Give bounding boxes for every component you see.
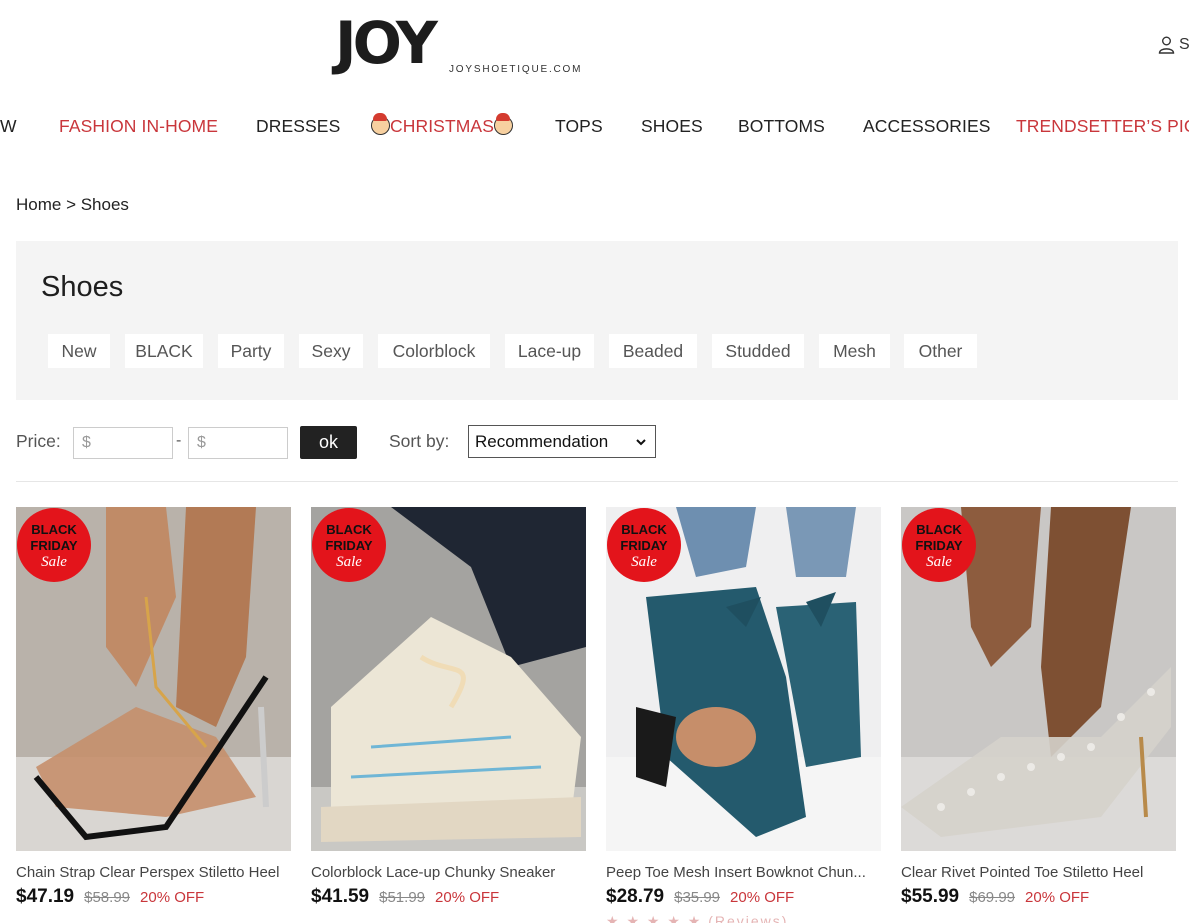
nav-item-tops[interactable]: TOPS	[555, 116, 603, 137]
tag-party[interactable]: Party	[218, 334, 284, 368]
nav-item-bottoms[interactable]: BOTTOMS	[738, 116, 825, 137]
user-icon	[1158, 36, 1175, 54]
svg-text:BLACK: BLACK	[621, 522, 667, 537]
logo-subtext: JOYSHOETIQUE.COM	[449, 64, 583, 75]
account-text: S	[1179, 36, 1189, 53]
black-friday-badge: BLACK FRIDAY Sale	[17, 508, 91, 582]
tag-sexy[interactable]: Sexy	[299, 334, 363, 368]
price-line: $41.59 $51.99 20% OFF	[311, 886, 499, 908]
nav-item-accessories[interactable]: ACCESSORIES	[863, 116, 991, 137]
product-card[interactable]: BLACK FRIDAY Sale Clear Rivet Pointed To…	[901, 507, 1176, 923]
black-friday-badge: BLACK FRIDAY Sale	[902, 508, 976, 582]
tag-other[interactable]: Other	[904, 334, 977, 368]
svg-text:Sale: Sale	[926, 554, 952, 570]
product-name[interactable]: Chain Strap Clear Perspex Stiletto Heel	[16, 864, 291, 881]
svg-text:BLACK: BLACK	[31, 522, 77, 537]
site-logo[interactable]: JOY JOYSHOETIQUE.COM	[335, 8, 595, 80]
svg-text:Sale: Sale	[41, 554, 67, 570]
tag-beaded[interactable]: Beaded	[609, 334, 697, 368]
discount-label: 20% OFF	[435, 889, 500, 906]
sort-select[interactable]: Recommendation	[468, 425, 656, 458]
product-image[interactable]: BLACK FRIDAY Sale	[606, 507, 881, 851]
nav-item-w[interactable]: W	[0, 116, 17, 137]
tag-studded[interactable]: Studded	[712, 334, 804, 368]
santa-icon	[371, 113, 390, 135]
nav-item-christmas[interactable]: CHRISTMAS	[371, 113, 513, 137]
chevron-down-icon	[636, 439, 646, 446]
main-nav: W FASHION IN-HOME DRESSES CHRISTMAS TOPS…	[0, 113, 1189, 144]
black-friday-badge: BLACK FRIDAY Sale	[312, 508, 386, 582]
svg-text:FRIDAY: FRIDAY	[325, 538, 373, 553]
rating-stars: ★ ★ ★ ★ ★ (Reviews)	[606, 913, 789, 923]
nav-item-dresses[interactable]: DRESSES	[256, 116, 340, 137]
price-current: $47.19	[16, 886, 75, 907]
price-original: $35.99	[674, 889, 721, 906]
price-label: Price:	[16, 431, 61, 451]
tag-colorblock[interactable]: Colorblock	[378, 334, 490, 368]
svg-text:Sale: Sale	[631, 554, 657, 570]
svg-text:BLACK: BLACK	[326, 522, 372, 537]
price-original: $51.99	[379, 889, 426, 906]
account-link[interactable]: S	[1158, 36, 1189, 54]
sort-label: Sort by:	[389, 431, 450, 451]
product-name[interactable]: Colorblock Lace-up Chunky Sneaker	[311, 864, 586, 881]
price-original: $69.99	[969, 889, 1016, 906]
price-max-input[interactable]: $	[188, 427, 288, 459]
price-line: $28.79 $35.99 20% OFF	[606, 886, 794, 908]
svg-text:FRIDAY: FRIDAY	[620, 538, 668, 553]
site-header: JOY JOYSHOETIQUE.COM S	[0, 0, 1189, 95]
tag-lace-up[interactable]: Lace-up	[505, 334, 594, 368]
price-dash: -	[176, 432, 182, 449]
svg-text:FRIDAY: FRIDAY	[30, 538, 78, 553]
tag-new[interactable]: New	[48, 334, 110, 368]
price-min-input[interactable]: $	[73, 427, 173, 459]
category-title: Shoes	[41, 271, 124, 303]
nav-item-fashion-in-home[interactable]: FASHION IN-HOME	[59, 116, 218, 137]
product-name[interactable]: Peep Toe Mesh Insert Bowknot Chun...	[606, 864, 881, 881]
divider	[16, 481, 1178, 482]
nav-item-trendsetters-pick[interactable]: TRENDSETTER’S PICK	[1016, 116, 1189, 137]
discount-label: 20% OFF	[730, 889, 795, 906]
price-line: $55.99 $69.99 20% OFF	[901, 886, 1089, 908]
nav-item-shoes[interactable]: SHOES	[641, 116, 703, 137]
product-image[interactable]: BLACK FRIDAY Sale	[311, 507, 586, 851]
product-card[interactable]: BLACK FRIDAY Sale Peep Toe Mesh Insert B…	[606, 507, 881, 923]
black-friday-badge: BLACK FRIDAY Sale	[607, 508, 681, 582]
product-image[interactable]: BLACK FRIDAY Sale	[16, 507, 291, 851]
price-line: $47.19 $58.99 20% OFF	[16, 886, 204, 908]
svg-text:BLACK: BLACK	[916, 522, 962, 537]
discount-label: 20% OFF	[1025, 889, 1090, 906]
santa-icon	[493, 113, 513, 135]
sort-select-value: Recommendation	[475, 431, 609, 451]
product-name[interactable]: Clear Rivet Pointed Toe Stiletto Heel	[901, 864, 1176, 881]
price-original: $58.99	[84, 889, 131, 906]
product-card[interactable]: BLACK FRIDAY Sale Chain Strap Clear Pers…	[16, 507, 291, 923]
breadcrumb[interactable]: Home > Shoes	[16, 195, 129, 215]
product-image[interactable]: BLACK FRIDAY Sale	[901, 507, 1176, 851]
nav-item-christmas-label: CHRISTMAS	[390, 116, 494, 136]
category-panel: Shoes New BLACK Party Sexy Colorblock La…	[16, 241, 1178, 400]
filter-row: Price: $ - $ ok Sort by: Recommendation	[16, 425, 1178, 460]
discount-label: 20% OFF	[140, 889, 205, 906]
product-card[interactable]: BLACK FRIDAY Sale Colorblock Lace-up Chu…	[311, 507, 586, 923]
tag-mesh[interactable]: Mesh	[819, 334, 890, 368]
price-current: $41.59	[311, 886, 370, 907]
price-current: $55.99	[901, 886, 960, 907]
svg-text:Sale: Sale	[336, 554, 362, 570]
price-ok-button[interactable]: ok	[300, 426, 357, 459]
tag-black[interactable]: BLACK	[125, 334, 203, 368]
price-current: $28.79	[606, 886, 665, 907]
svg-text:FRIDAY: FRIDAY	[915, 538, 963, 553]
logo-mark: JOY	[335, 9, 438, 77]
